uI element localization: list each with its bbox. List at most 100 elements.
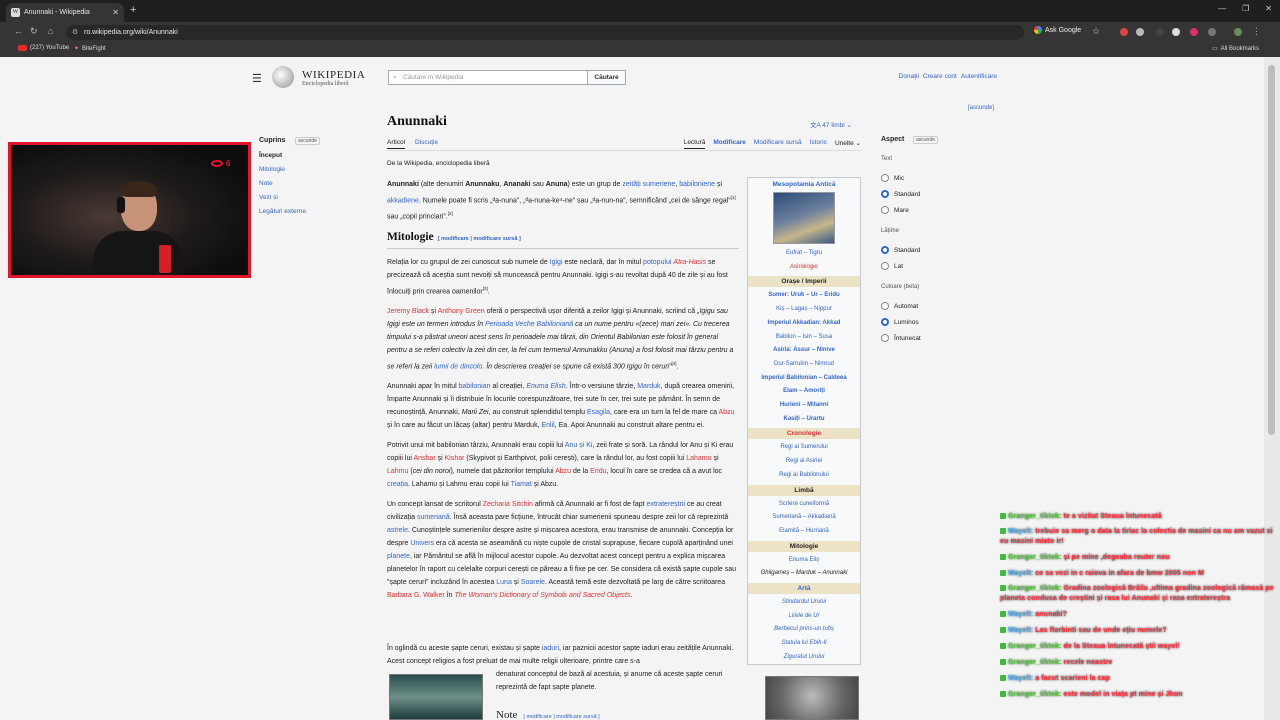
link[interactable]: Tiamat	[511, 481, 532, 488]
search-input[interactable]: ⌕ Căutare în Wikipedia	[388, 70, 588, 85]
scrollbar-thumb[interactable]	[1268, 65, 1275, 435]
color-auto[interactable]: Automat	[881, 302, 918, 310]
radio-button[interactable]	[881, 246, 889, 254]
infobox-row[interactable]: Scriere cuneiformă	[748, 498, 860, 512]
link[interactable]: Lahmu	[387, 468, 408, 475]
infobox-row[interactable]: Sumeriană – Akkadiană	[748, 511, 860, 525]
extension-icon[interactable]	[1120, 28, 1128, 36]
infobox-row[interactable]: Ghilgameș – Marduk – Anunnaki	[748, 567, 860, 581]
infobox-header[interactable]: Cronologie	[748, 428, 860, 440]
extension-icon[interactable]	[1190, 28, 1198, 36]
infobox-row[interactable]: Imperiul Babilonian – Caldeea	[748, 372, 860, 386]
infobox-row[interactable]: Babilon – Isin – Susa	[748, 331, 860, 345]
tab-discussion[interactable]: Discuție	[415, 139, 438, 146]
radio-button[interactable]	[881, 318, 889, 326]
link[interactable]: akkadiene	[387, 197, 419, 204]
tab-article[interactable]: Articol	[387, 139, 406, 149]
login-link[interactable]: Autentificare	[961, 73, 997, 80]
profile-avatar[interactable]	[1234, 28, 1242, 36]
infobox-row[interactable]: Ziguratul Urului	[748, 651, 860, 665]
toc-item[interactable]: Legături externe	[259, 208, 306, 222]
tab-read[interactable]: Lectură	[683, 139, 706, 149]
radio-button[interactable]	[881, 190, 889, 198]
cylinder-seal-image[interactable]	[389, 674, 483, 720]
infobox-row[interactable]: Regi ai Babilonului	[748, 469, 860, 483]
puzzle-icon[interactable]	[1208, 28, 1216, 36]
radio-button[interactable]	[881, 206, 889, 214]
link[interactable]: Anu și Ki	[565, 442, 593, 449]
text-size-small[interactable]: Mic	[881, 174, 904, 182]
link[interactable]: iaduri	[542, 645, 559, 652]
infobox-row[interactable]: Regi ai Asiriei	[748, 455, 860, 469]
link[interactable]: Anshar	[413, 455, 435, 462]
infobox-row[interactable]: Elamită – Hurriană	[748, 525, 860, 539]
bookmark-star-icon[interactable]: ☆	[1092, 26, 1100, 37]
home-icon[interactable]: ⌂	[48, 26, 53, 36]
link[interactable]: Marduk	[637, 383, 660, 390]
link[interactable]: Perioada Veche Babiloniană	[485, 321, 573, 328]
search-button[interactable]: Căutare	[587, 70, 626, 85]
back-icon[interactable]: ←	[14, 26, 23, 36]
bookmark-bitefight[interactable]: ✦ BiteFight	[74, 45, 106, 53]
link[interactable]: Barbara G. Walker	[387, 592, 445, 599]
infobox-row[interactable]: Asiria: Assur – Ninive	[748, 344, 860, 358]
width-standard[interactable]: Standard	[881, 246, 920, 254]
radio-button[interactable]	[881, 334, 889, 342]
link[interactable]: Esagila	[587, 409, 610, 416]
logo-wordmark[interactable]: WIKIPEDIA	[302, 69, 365, 81]
link[interactable]: Kishar	[445, 455, 465, 462]
infobox-row[interactable]: Kasiți – Urartu	[748, 413, 860, 427]
browser-tab[interactable]: W Anunnaki - Wikipedia ✕	[6, 3, 124, 22]
infobox-row[interactable]: Imperiul Akkadian: Akkad	[748, 317, 860, 331]
tab-edit[interactable]: Modificare	[713, 139, 746, 149]
section-edit-links[interactable]: [ modificare | modificare sursă ]	[438, 236, 521, 242]
toc-item[interactable]: Vezi și	[259, 194, 306, 208]
reload-icon[interactable]: ↻	[30, 26, 38, 37]
address-bar[interactable]: ⚙ ro.wikipedia.org/wiki/Anunnaki	[66, 25, 1024, 40]
link[interactable]: lumii de dincolo	[434, 363, 482, 370]
infobox-row[interactable]: Asiriologie	[748, 261, 860, 275]
link[interactable]: Abzu	[719, 409, 735, 416]
text-size-large[interactable]: Mare	[881, 206, 909, 214]
close-tab-icon[interactable]: ✕	[112, 8, 119, 17]
create-account-link[interactable]: Creare cont	[923, 73, 957, 80]
tab-edit-source[interactable]: Modificare sursă	[754, 139, 802, 149]
site-info-icon[interactable]: ⚙	[72, 25, 78, 40]
infobox-row[interactable]: Lirele de Ur	[748, 610, 860, 624]
extension-icon[interactable]	[1172, 28, 1180, 36]
hide-notice-link[interactable]: [ascunde]	[968, 105, 994, 111]
infobox-row[interactable]: Enuma Eliș	[748, 554, 860, 568]
link[interactable]: Anthony Green	[438, 308, 485, 315]
extension-icon[interactable]	[1136, 28, 1144, 36]
tools-dropdown[interactable]: Unelte ⌄	[835, 139, 861, 149]
infobox-row[interactable]: Eufrat – Tigru	[748, 247, 860, 261]
menu-dots-icon[interactable]: ⋮	[1252, 26, 1261, 37]
link[interactable]: astrele	[387, 527, 408, 534]
link[interactable]: creația	[387, 481, 408, 488]
link[interactable]: zeități sumeriene	[622, 181, 675, 188]
link[interactable]: extratereștrii	[647, 501, 686, 508]
close-window-icon[interactable]: ✕	[1265, 4, 1272, 13]
link[interactable]: planete	[387, 553, 410, 560]
link[interactable]: Jeremy Black	[387, 308, 429, 315]
maximize-icon[interactable]: ❐	[1242, 4, 1249, 13]
language-selector[interactable]: 文A 47 limbi ⌄	[810, 119, 852, 129]
text-size-standard[interactable]: Standard	[881, 190, 920, 198]
minimize-icon[interactable]: —	[1218, 4, 1226, 13]
infobox-row[interactable]: Berbecul prins-un tufiș	[748, 623, 860, 637]
radio-button[interactable]	[881, 302, 889, 310]
radio-button[interactable]	[881, 262, 889, 270]
main-menu-icon[interactable]: ☰	[252, 72, 262, 85]
link[interactable]: babiloniene	[679, 181, 715, 188]
donate-link[interactable]: Donații	[899, 73, 919, 80]
new-tab-icon[interactable]: +	[130, 4, 136, 16]
section-edit-links[interactable]: [ modificare | modificare sursă ]	[523, 714, 599, 720]
toc-item[interactable]: Mitologie	[259, 166, 306, 180]
all-bookmarks[interactable]: ▭ All Bookmarks	[1212, 45, 1259, 53]
link[interactable]: Soarele	[521, 579, 545, 586]
width-wide[interactable]: Lat	[881, 262, 903, 270]
link[interactable]: potopului	[643, 259, 671, 266]
link[interactable]: Univers	[410, 540, 434, 547]
link[interactable]: Abzu	[555, 468, 571, 475]
tab-history[interactable]: Istoric	[810, 139, 827, 149]
